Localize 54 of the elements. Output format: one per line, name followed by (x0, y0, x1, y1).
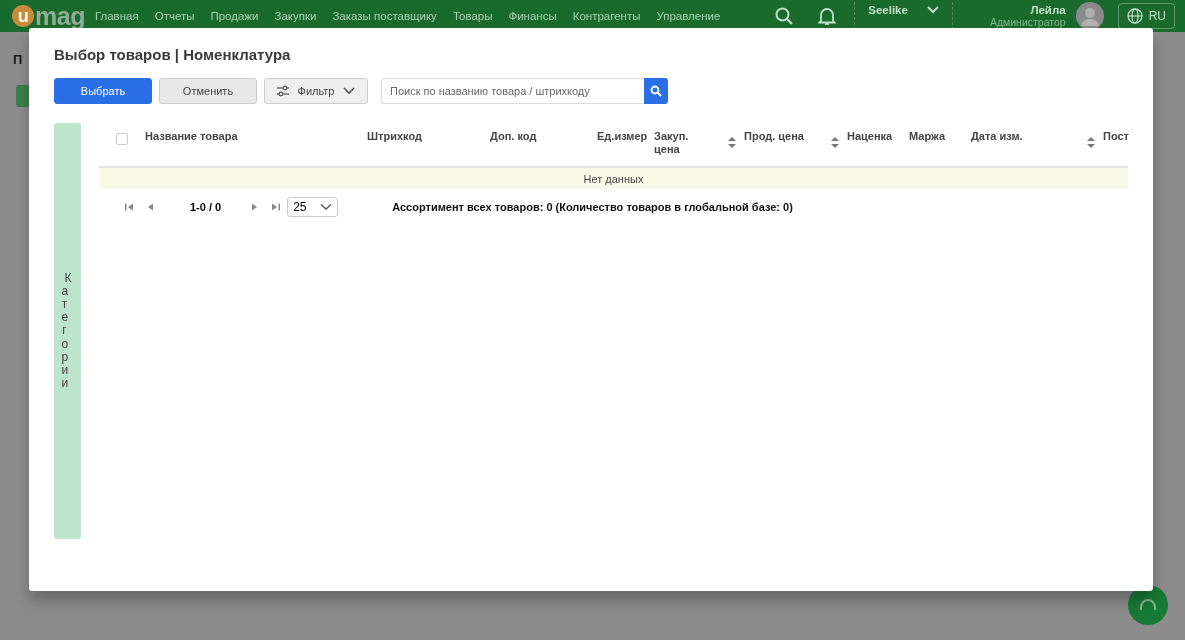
dialog-title: Выбор товаров | Номенклатура (54, 46, 292, 63)
chevron-icon (925, 5, 940, 15)
first-page-icon[interactable] (124, 202, 134, 212)
action-button[interactable] (16, 85, 30, 107)
nav-link[interactable]: Закупки (274, 10, 317, 22)
logo[interactable]: u mag (12, 1, 85, 31)
chevron-icon (342, 86, 357, 96)
search-field[interactable]: Поиск по названию товара / штрихкоду (381, 78, 644, 104)
nav-link[interactable]: Заказы поставщику (332, 10, 437, 22)
page-title: П (13, 52, 23, 67)
page-size-select[interactable]: 25 (287, 197, 339, 217)
bell-icon[interactable] (818, 6, 837, 26)
last-page-icon[interactable] (271, 202, 282, 212)
column-header[interactable]: Дата изм. (966, 123, 1098, 148)
column-header[interactable]: Прод. цена (739, 123, 842, 148)
column-header: Ед.измер (596, 129, 649, 144)
sliders-icon (275, 85, 290, 97)
filter-dropdown[interactable]: Фильтр (264, 78, 368, 104)
column-header: Название товара (144, 129, 239, 144)
nav-link[interactable]: Управление (656, 10, 721, 22)
assortment-summary: Ассортимент всех товаров: 0 (Количество товаров в глобальной базе: 0) (392, 201, 793, 213)
column-header: Штрихкод (366, 129, 423, 144)
column-header: Доп. код (489, 129, 538, 144)
select-all-checkbox[interactable] (116, 133, 128, 145)
sort-icon[interactable] (1087, 137, 1095, 148)
column-header: Пост (1102, 129, 1128, 144)
empty-message: Нет данных (583, 172, 644, 185)
sort-icon[interactable] (728, 137, 736, 148)
nav-link[interactable]: Финансы (508, 10, 557, 22)
nav-link[interactable]: Главная (94, 10, 139, 22)
globe-icon (1126, 8, 1143, 24)
search-icon (650, 85, 662, 97)
column-header[interactable]: Закуп. цена (649, 123, 739, 157)
support-chat-button[interactable] (1128, 585, 1168, 625)
user-name: Лейла (1030, 4, 1066, 17)
categories-panel[interactable]: Категории (54, 123, 81, 539)
nav-link[interactable]: Отчеты (154, 10, 195, 22)
user-role: Администратор (989, 16, 1066, 28)
cancel-button[interactable]: Отменить (159, 78, 257, 104)
sort-icon[interactable] (831, 137, 839, 148)
chevron-icon (320, 203, 333, 211)
page-range: 1-0 / 0 (190, 201, 222, 213)
company-selector[interactable]: Seelike (862, 4, 946, 16)
avatar-icon[interactable] (1075, 2, 1104, 30)
nav-link[interactable]: Контрагенты (572, 10, 641, 22)
select-button[interactable]: Выбрать (54, 78, 152, 104)
nav-link[interactable]: Товары (452, 10, 493, 22)
column-header: Наценка (846, 129, 894, 144)
search-button[interactable] (644, 78, 668, 104)
column-header: Маржа (908, 129, 947, 144)
nav-link[interactable]: Продажи (210, 10, 259, 22)
search-icon[interactable] (774, 6, 795, 26)
previous-page-icon[interactable] (146, 202, 156, 212)
headset-icon (1140, 599, 1156, 611)
